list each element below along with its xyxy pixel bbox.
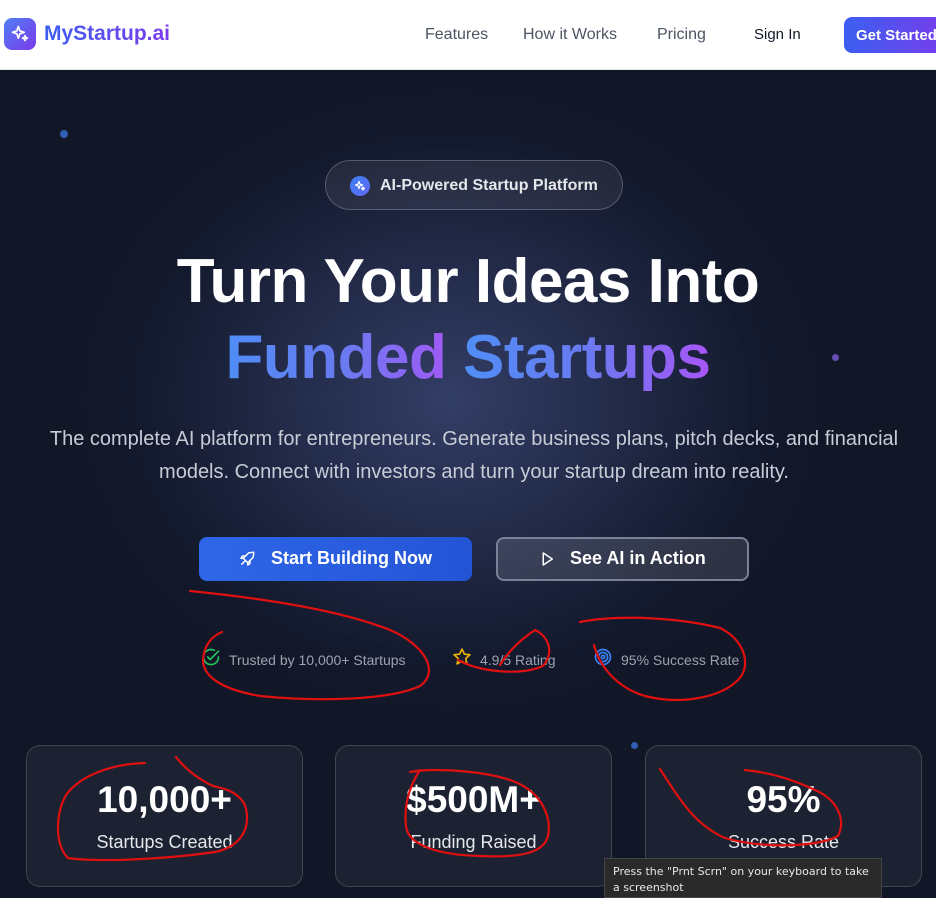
start-building-label: Start Building Now	[271, 548, 432, 568]
stat-card-startups: 10,000+ Startups Created	[26, 745, 303, 887]
stat-card-funding: $500M+ Funding Raised	[335, 745, 612, 887]
decorative-dot	[631, 742, 638, 749]
screenshot-tooltip: Press the "Prnt Scrn" on your keyboard t…	[604, 858, 882, 898]
stat-value: 10,000+	[97, 779, 232, 820]
see-ai-in-action-button[interactable]: See AI in Action	[496, 537, 749, 581]
headline-highlight-funded: Funded	[225, 323, 464, 392]
target-icon	[593, 647, 613, 672]
trust-text: 4.9/5 Rating	[480, 651, 556, 668]
get-started-button[interactable]: Get Started	[844, 17, 936, 53]
top-navbar: MyStartup.ai Features How it Works Prici…	[0, 0, 936, 70]
trust-item-startups: Trusted by 10,000+ Startups	[201, 647, 406, 672]
hero-section: AI-Powered Startup Platform Turn Your Id…	[0, 70, 936, 898]
stat-label: Success Rate	[727, 832, 840, 852]
brand-name[interactable]: MyStartup.ai	[44, 22, 170, 46]
hero-subtitle-line2: models. Connect with investors and turn …	[159, 461, 789, 483]
hero-headline-line1: Turn Your Ideas Into	[176, 247, 760, 316]
nav-link-features[interactable]: Features	[425, 26, 488, 44]
hero-subtitle-line1: The complete AI platform for entrepreneu…	[49, 428, 899, 450]
start-building-button[interactable]: Start Building Now	[199, 537, 472, 581]
stat-label: Startups Created	[96, 832, 233, 852]
sign-in-link[interactable]: Sign In	[754, 26, 801, 43]
hero-badge: AI-Powered Startup Platform	[325, 160, 623, 210]
nav-link-how-it-works[interactable]: How it Works	[523, 26, 617, 44]
headline-highlight-startups: Startups	[463, 323, 711, 392]
stat-value: $500M+	[406, 779, 541, 820]
trust-text: Trusted by 10,000+ Startups	[229, 651, 406, 668]
star-icon	[452, 647, 472, 672]
nav-link-pricing[interactable]: Pricing	[657, 26, 706, 44]
sparkles-icon	[350, 176, 370, 196]
decorative-dot	[60, 130, 68, 138]
stat-label: Funding Raised	[410, 832, 537, 852]
see-ai-label: See AI in Action	[570, 548, 706, 568]
trust-item-success: 95% Success Rate	[593, 647, 739, 672]
hero-headline-line2: Funded Startups	[0, 322, 936, 393]
rocket-icon	[238, 550, 256, 568]
trust-text: 95% Success Rate	[621, 651, 740, 668]
play-icon	[538, 550, 556, 568]
badge-label: AI-Powered Startup Platform	[380, 177, 598, 194]
trust-item-rating: 4.9/5 Rating	[452, 647, 556, 672]
check-circle-icon	[201, 647, 221, 672]
sparkles-icon[interactable]	[4, 18, 36, 50]
stat-value: 95%	[746, 779, 821, 820]
